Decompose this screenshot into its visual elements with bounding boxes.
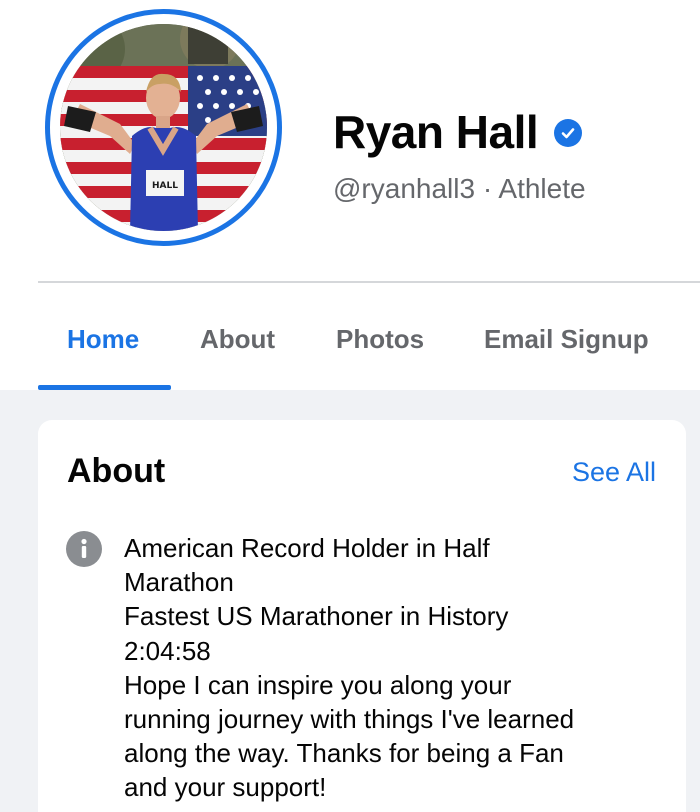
profile-name: Ryan Hall [333, 106, 539, 158]
about-line: running journey with things I've learned [124, 704, 575, 735]
about-line: Hope I can inspire you along your [124, 669, 512, 700]
tab-email-signup[interactable]: Email Signup [484, 322, 649, 356]
profile-picture-ring[interactable]: HALL [45, 9, 282, 246]
about-card-title: About [67, 452, 166, 490]
about-line: American Record Holder in Half [124, 533, 490, 563]
tab-home[interactable]: Home [67, 322, 139, 356]
facebook-page-view: HALL Ryan Hall @ryanhall3 · Athlete Home… [0, 0, 700, 812]
tab-photos[interactable]: Photos [336, 322, 424, 356]
profile-picture[interactable]: HALL [60, 24, 267, 231]
about-card: About See All American Record Holder in … [38, 420, 686, 812]
about-line: along the way. Thanks for being a Fan [124, 738, 564, 769]
profile-name-row: Ryan Hall [333, 104, 583, 160]
see-all-link[interactable]: See All [572, 456, 656, 488]
bib-text: HALL [152, 181, 178, 191]
about-line: and your support! [124, 772, 327, 803]
profile-photo: HALL [60, 24, 267, 231]
info-icon [66, 531, 102, 567]
tab-about[interactable]: About [200, 322, 275, 356]
header-divider [38, 281, 700, 283]
about-description: American Record Holder in Half Marathon … [124, 531, 644, 805]
profile-header: HALL Ryan Hall @ryanhall3 · Athlete Home… [0, 0, 700, 390]
about-line: Marathon [124, 567, 234, 598]
active-tab-indicator [38, 385, 171, 390]
about-line: Fastest US Marathoner in History [124, 601, 509, 632]
verified-badge-icon [554, 119, 583, 147]
profile-handle-category: @ryanhall3 · Athlete [333, 173, 586, 204]
about-line: 2:04:58 [124, 635, 211, 666]
